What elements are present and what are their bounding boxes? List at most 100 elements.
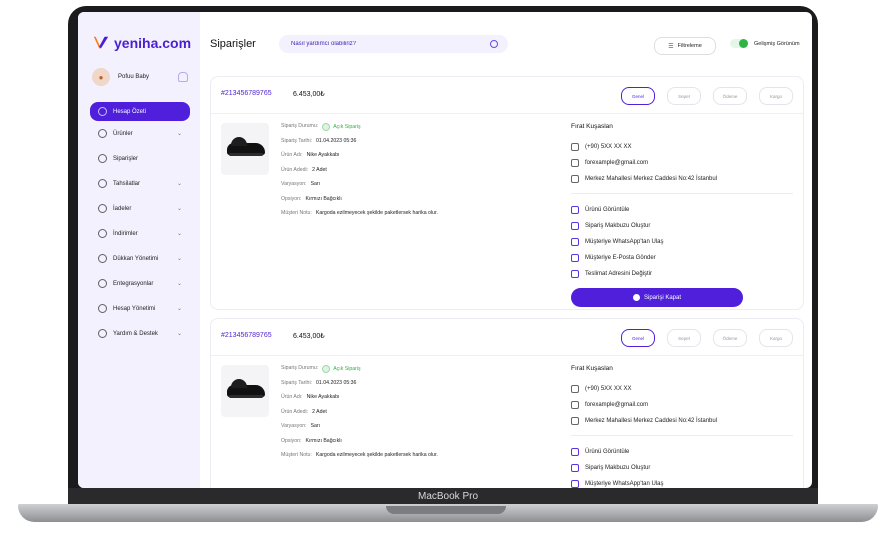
order-amount: 6.453,00₺: [293, 91, 325, 98]
copy-icon: [571, 464, 579, 472]
order-action-label: Sipariş Makbuzu Oluştur: [585, 223, 651, 229]
sidebar-item[interactable]: Ürünler ⌄: [90, 121, 190, 146]
user-icon: [98, 329, 107, 338]
tab-order[interactable]: Kargo: [759, 87, 793, 105]
sidebar-item[interactable]: Siparişler: [90, 146, 190, 171]
divider: [571, 193, 793, 194]
check-circle-icon: [632, 294, 640, 301]
order-action-label: Ürünü Görüntüle: [585, 449, 630, 455]
order-action[interactable]: Teslimat Adresini Değiştir: [571, 266, 793, 282]
note-row: Müşteri Notu: Kargoda ezilmeyecek şekilde…: [281, 452, 481, 467]
order-header: #213456789765 6.453,00₺ Genel Sepet Ödeme K…: [211, 319, 803, 356]
order-action[interactable]: Müşteriye WhatsApp'tan Ulaş: [571, 476, 793, 488]
sidebar-item[interactable]: İadeler ⌄: [90, 196, 190, 221]
sidebar-item[interactable]: Tahsilatlar ⌄: [90, 171, 190, 196]
customer-phone[interactable]: (+90) 5XX XX XX: [571, 381, 793, 397]
customer-email[interactable]: forexample@gmail.com: [571, 397, 793, 413]
sidebar: yeniha.com ● Pofuu Baby Hesap Özeti Ürün…: [78, 12, 200, 488]
sidebar-item[interactable]: Dükkan Yönetimi ⌄: [90, 246, 190, 271]
profile-name: Pofuu Baby: [118, 74, 150, 80]
status-badge: Açık Sipariş: [322, 123, 361, 131]
order-id[interactable]: #213456789765: [221, 90, 272, 97]
chevron-down-icon[interactable]: ⌄: [177, 330, 182, 337]
user-icon: [98, 179, 107, 188]
qty-value: 2 Adet: [312, 166, 327, 173]
sidebar-item[interactable]: Yardım & Destek ⌄: [90, 321, 190, 346]
search-bar: [279, 35, 508, 53]
order-action[interactable]: Müşteriye WhatsApp'tan Ulaş: [571, 234, 793, 250]
check-icon: [322, 123, 331, 131]
order-action[interactable]: Sipariş Makbuzu Oluştur: [571, 218, 793, 234]
qty-value: 2 Adet: [312, 408, 327, 415]
chevron-down-icon[interactable]: ⌄: [177, 205, 182, 212]
sidebar-item[interactable]: Entegrasyonlar ⌄: [90, 271, 190, 296]
product-row: Ürün Adı: Nike Ayakkabı: [281, 152, 481, 167]
variant-value: Sarı: [310, 423, 321, 429]
tab-order[interactable]: Sepet: [667, 87, 701, 105]
sidebar-item-label: Yardım & Destek: [113, 330, 158, 337]
product-image[interactable]: [221, 365, 269, 417]
tab-order[interactable]: Ödeme: [713, 329, 747, 347]
order-action[interactable]: Müşteriye E-Posta Gönder: [571, 250, 793, 266]
sidebar-item-label: İadeler: [113, 205, 132, 212]
page-title: Siparişler: [210, 38, 256, 50]
note-label: Müşteri Notu:: [281, 452, 312, 458]
sidebar-item[interactable]: Hesap Yönetimi ⌄: [90, 296, 190, 321]
app-screen: yeniha.com ● Pofuu Baby Hesap Özeti Ürün…: [78, 12, 812, 488]
user-icon: [98, 107, 107, 116]
order-id[interactable]: #213456789765: [221, 332, 272, 339]
email-value: forexample@gmail.com: [585, 160, 649, 166]
note-value: Kargoda ezilmeyecek şekilde paketlersek …: [315, 452, 438, 458]
customer-address: Merkez Mahallesi Merkez Caddesi No:42 İs…: [571, 413, 793, 429]
note-value: Kargoda ezilmeyecek şekilde paketlersek …: [315, 210, 438, 216]
status-badge: Açık Sipariş: [322, 365, 361, 373]
bell-icon[interactable]: [178, 72, 188, 82]
tab-order[interactable]: Genel: [621, 87, 655, 105]
sidebar-item[interactable]: Hesap Özeti: [90, 102, 190, 121]
order-action-label: Müşteriye E-Posta Gönder: [585, 255, 656, 261]
tab-order[interactable]: Kargo: [759, 329, 793, 347]
chevron-down-icon[interactable]: ⌄: [177, 280, 182, 287]
filter-button[interactable]: ☰ Filtreleme: [654, 37, 716, 55]
address-value: Merkez Mahallesi Merkez Caddesi No:42 İs…: [585, 418, 718, 424]
order-action[interactable]: Ürünü Görüntüle: [571, 444, 793, 460]
mail-icon: [571, 159, 579, 167]
sidebar-item[interactable]: İndirimler ⌄: [90, 221, 190, 246]
order-action[interactable]: Ürünü Görüntüle: [571, 202, 793, 218]
search-icon[interactable]: [490, 40, 498, 48]
close-order-button[interactable]: Siparişi Kapat: [571, 288, 743, 307]
sidebar-item-label: Hesap Özeti: [113, 108, 147, 115]
address-value: Merkez Mahallesi Merkez Caddesi No:42 İs…: [585, 176, 718, 182]
chevron-down-icon[interactable]: ⌄: [177, 305, 182, 312]
search-input[interactable]: [289, 40, 490, 48]
profile[interactable]: ● Pofuu Baby: [92, 68, 188, 86]
advanced-view-toggle[interactable]: [730, 39, 748, 48]
mail-icon: [571, 401, 579, 409]
tab-order[interactable]: Genel: [621, 329, 655, 347]
sidebar-item-label: İndirimler: [113, 230, 138, 237]
copy-icon: [571, 270, 579, 278]
close-order-label: Siparişi Kapat: [643, 294, 682, 301]
product-image[interactable]: [221, 123, 269, 175]
chevron-down-icon[interactable]: ⌄: [177, 230, 182, 237]
status-row: Sipariş Durumu: Açık Sipariş: [281, 123, 481, 138]
chevron-down-icon[interactable]: ⌄: [177, 255, 182, 262]
copy-icon: [571, 254, 579, 262]
customer-email[interactable]: forexample@gmail.com: [571, 155, 793, 171]
chevron-down-icon[interactable]: ⌄: [177, 130, 182, 137]
order-tabs: Genel Sepet Ödeme Kargo: [621, 329, 793, 347]
customer-panel: Fırat Kuşaslan (+90) 5XX XX XX forexampl…: [571, 365, 793, 488]
user-icon: [98, 304, 107, 313]
order-action[interactable]: Sipariş Makbuzu Oluştur: [571, 460, 793, 476]
user-icon: [98, 279, 107, 288]
sidebar-item-label: Tahsilatlar: [113, 180, 141, 187]
sidebar-item-label: Dükkan Yönetimi: [113, 255, 159, 262]
logo[interactable]: yeniha.com: [92, 34, 191, 52]
chevron-down-icon[interactable]: ⌄: [177, 180, 182, 187]
copy-icon: [571, 206, 579, 214]
tab-order[interactable]: Ödeme: [713, 87, 747, 105]
shoe-image: [227, 137, 265, 156]
product-value: Nike Ayakkabı: [306, 152, 340, 158]
tab-order[interactable]: Sepet: [667, 329, 701, 347]
customer-phone[interactable]: (+90) 5XX XX XX: [571, 139, 793, 155]
